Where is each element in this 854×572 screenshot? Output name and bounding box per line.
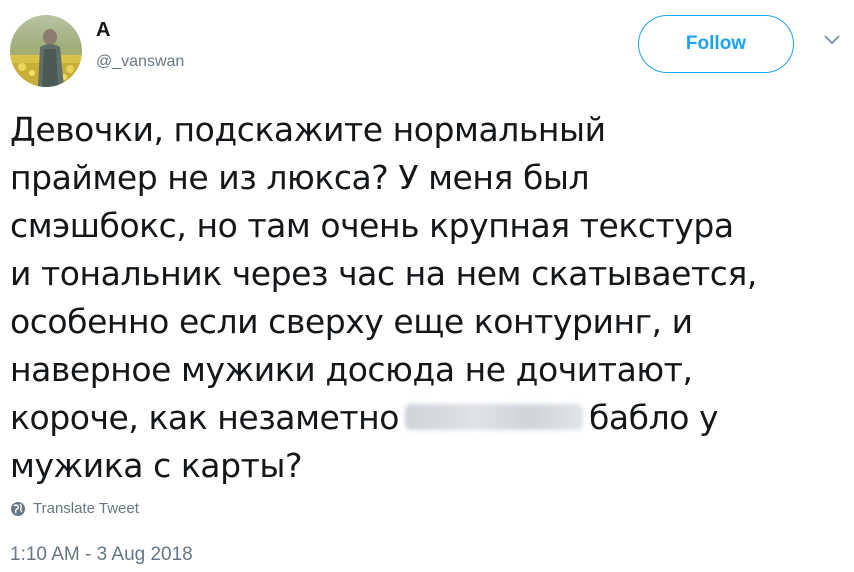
tweet-text: Девочки, подскажите нормальный праймер н… [10, 106, 846, 490]
tweet-line-redacted: короче, как незаметно бабло у [10, 394, 846, 442]
chevron-down-icon[interactable] [822, 32, 842, 46]
avatar[interactable] [10, 15, 82, 87]
tweet-text-fragment: короче, как незаметно [10, 398, 399, 437]
tweet-line: и тональник через час на нем скатывается… [10, 254, 757, 293]
translate-label[interactable]: Translate Tweet [33, 500, 139, 517]
display-name[interactable]: A [96, 18, 110, 42]
tweet-line: наверное мужики досюда не дочитают, [10, 350, 693, 389]
tweet-line: мужика с карты? [10, 446, 303, 485]
tweet-line: смэшбокс, но там очень крупная текстура [10, 206, 734, 245]
globe-icon [11, 501, 25, 516]
avatar-image [10, 15, 82, 87]
redacted-word [405, 403, 583, 430]
tweet-line: Девочки, подскажите нормальный [10, 110, 606, 149]
follow-button[interactable]: Follow [638, 15, 794, 73]
tweet-line: праймер не из люкса? У меня был [10, 158, 590, 197]
screen-name[interactable]: @_vanswan [96, 52, 184, 72]
tweet-line: особенно если сверху еще контуринг, и [10, 302, 693, 341]
tweet-timestamp[interactable]: 1:10 AM - 3 Aug 2018 [10, 544, 193, 566]
translate-tweet-link[interactable]: Translate Tweet [10, 500, 139, 517]
tweet-text-fragment: бабло у [589, 398, 719, 437]
